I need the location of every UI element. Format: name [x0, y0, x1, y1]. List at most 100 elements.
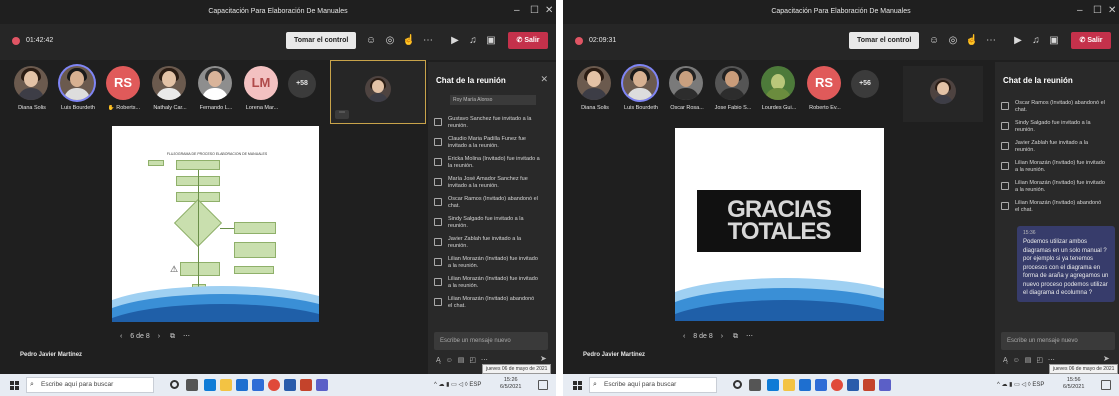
avatar: [577, 66, 611, 100]
participant-tile[interactable]: RS Roberto Ev...: [801, 62, 847, 118]
chrome-icon[interactable]: [268, 379, 280, 391]
emoji-icon[interactable]: ☺: [1013, 357, 1020, 364]
gif-icon[interactable]: ▤: [1025, 357, 1032, 364]
mic-icon[interactable]: ♫: [466, 34, 480, 48]
participant-tile[interactable]: RS ✋ Roberts...: [100, 62, 146, 118]
prev-slide-icon[interactable]: ‹: [683, 333, 685, 340]
sticker-icon[interactable]: ◰: [469, 357, 476, 364]
taskbar-search-input[interactable]: ⌕ Escribe aquí para buscar: [589, 377, 717, 393]
close-chat-icon[interactable]: ✕: [540, 74, 548, 85]
more-icon[interactable]: ⋯: [1048, 357, 1055, 364]
minimize-icon[interactable]: –: [514, 5, 520, 16]
participant-tile[interactable]: Lourdes Gui...: [755, 62, 801, 118]
reactions-icon[interactable]: ☝: [402, 34, 416, 48]
task-view-icon[interactable]: [186, 379, 198, 391]
participant-tile[interactable]: Nathaly Car...: [146, 62, 192, 118]
more-icon[interactable]: ⋯: [746, 333, 753, 340]
format-icon[interactable]: Ą: [436, 357, 441, 364]
close-icon[interactable]: ✕: [1108, 5, 1116, 16]
share-screen-icon[interactable]: ▣: [484, 34, 498, 48]
tile-options-icon[interactable]: ⋯: [335, 110, 349, 119]
next-slide-icon[interactable]: ›: [158, 333, 160, 340]
slide-pager[interactable]: ‹ 8 de 8 › ⧉ ⋯: [683, 332, 753, 341]
more-icon[interactable]: ⋯: [183, 333, 190, 340]
system-message-icon: [1001, 122, 1009, 130]
participant-tile[interactable]: LM Lorena Mar...: [238, 62, 284, 118]
task-view-icon[interactable]: [749, 379, 761, 391]
teams-icon[interactable]: [316, 379, 328, 391]
minimize-icon[interactable]: –: [1077, 5, 1083, 16]
camera-icon[interactable]: ▶: [448, 34, 462, 48]
participant-tile[interactable]: Diana Solis: [571, 62, 617, 118]
word-icon[interactable]: [847, 379, 859, 391]
send-icon[interactable]: ➤: [1103, 354, 1110, 363]
format-icon[interactable]: Ą: [1003, 357, 1008, 364]
more-icon[interactable]: ⋯: [481, 357, 488, 364]
chat-icon[interactable]: ◎: [383, 34, 397, 48]
participant-tile[interactable]: Luis Bourdeth: [617, 62, 663, 118]
powerpoint-icon[interactable]: [300, 379, 312, 391]
more-participants-button[interactable]: +56: [851, 70, 879, 98]
pinned-video-tile[interactable]: ⋯: [330, 60, 426, 124]
leave-button[interactable]: ✆ Salir: [508, 32, 548, 49]
take-control-button[interactable]: Tomar el control: [286, 32, 357, 49]
people-icon[interactable]: ☺: [364, 34, 378, 48]
taskbar-search-input[interactable]: ⌕ Escribe aquí para buscar: [26, 377, 154, 393]
chat-compose-input[interactable]: Escribe un mensaje nuevo: [434, 332, 548, 350]
fullscreen-icon[interactable]: ⧉: [733, 333, 738, 340]
chrome-icon[interactable]: [831, 379, 843, 391]
taskbar-clock[interactable]: 15:26 6/5/2021: [500, 377, 521, 391]
participant-tile[interactable]: Fernando L...: [192, 62, 238, 118]
participant-tile[interactable]: Luis Bourdeth: [54, 62, 100, 118]
store-icon[interactable]: [236, 379, 248, 391]
more-options-icon[interactable]: ⋯: [984, 34, 998, 48]
participant-tile[interactable]: Diana Solis: [8, 62, 54, 118]
leave-button[interactable]: ✆ Salir: [1071, 32, 1111, 49]
store-icon[interactable]: [799, 379, 811, 391]
camera-icon[interactable]: ▶: [1011, 34, 1025, 48]
windows-start-icon[interactable]: [10, 381, 19, 390]
input-language: ESP: [1032, 382, 1045, 388]
taskbar-clock[interactable]: 15:56 6/5/2021: [1063, 377, 1084, 391]
word-icon[interactable]: [284, 379, 296, 391]
powerpoint-icon[interactable]: [863, 379, 875, 391]
close-icon[interactable]: ✕: [545, 5, 553, 16]
system-tray[interactable]: ^ ☁ ▮ ▭ ◁ ◊ ESP: [434, 381, 481, 388]
notifications-icon[interactable]: [1101, 380, 1111, 390]
share-screen-icon[interactable]: ▣: [1047, 34, 1061, 48]
reactions-icon[interactable]: ☝: [965, 34, 979, 48]
mic-icon[interactable]: ♫: [1029, 34, 1043, 48]
chat-icon[interactable]: ◎: [946, 34, 960, 48]
chat-compose-input[interactable]: Escribe un mensaje nuevo: [1001, 332, 1115, 350]
participant-tile[interactable]: Oscar Rosa...: [663, 62, 709, 118]
participant-tile[interactable]: Jose Fabio S...: [709, 62, 755, 118]
file-explorer-icon[interactable]: [783, 379, 795, 391]
windows-start-icon[interactable]: [573, 381, 582, 390]
slide-pager[interactable]: ‹ 6 de 8 › ⧉ ⋯: [120, 332, 190, 341]
send-icon[interactable]: ➤: [540, 354, 547, 363]
notifications-icon[interactable]: [538, 380, 548, 390]
edge-icon[interactable]: [204, 379, 216, 391]
prev-slide-icon[interactable]: ‹: [120, 333, 122, 340]
cortana-icon[interactable]: [170, 380, 179, 389]
pinned-video-tile[interactable]: [903, 66, 983, 122]
cortana-icon[interactable]: [733, 380, 742, 389]
system-tray[interactable]: ^ ☁ ▮ ▭ ◁ ◊ ESP: [997, 381, 1044, 388]
gif-icon[interactable]: ▤: [458, 357, 465, 364]
people-icon[interactable]: ☺: [927, 34, 941, 48]
more-participants-button[interactable]: +58: [288, 70, 316, 98]
system-message-icon: [1001, 162, 1009, 170]
edge-icon[interactable]: [767, 379, 779, 391]
sticker-icon[interactable]: ◰: [1036, 357, 1043, 364]
maximize-icon[interactable]: ☐: [1093, 5, 1102, 16]
mail-icon[interactable]: [815, 379, 827, 391]
maximize-icon[interactable]: ☐: [530, 5, 539, 16]
fullscreen-icon[interactable]: ⧉: [170, 333, 175, 340]
take-control-button[interactable]: Tomar el control: [849, 32, 920, 49]
teams-icon[interactable]: [879, 379, 891, 391]
next-slide-icon[interactable]: ›: [721, 333, 723, 340]
mail-icon[interactable]: [252, 379, 264, 391]
emoji-icon[interactable]: ☺: [446, 357, 453, 364]
file-explorer-icon[interactable]: [220, 379, 232, 391]
more-options-icon[interactable]: ⋯: [421, 34, 435, 48]
